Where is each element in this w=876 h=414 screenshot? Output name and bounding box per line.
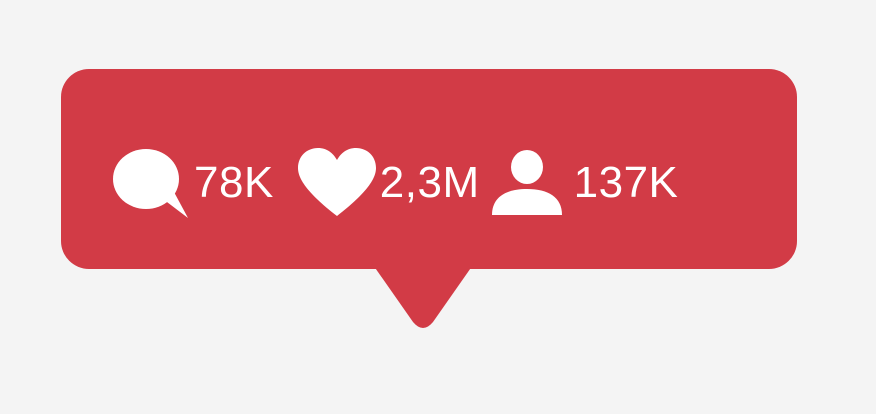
follower-icon: [488, 149, 566, 217]
likes-stat: 2,3M: [274, 146, 480, 220]
heart-icon: [296, 146, 378, 220]
stats-row: 78K 2,3M 137K: [108, 128, 678, 238]
comment-icon: [108, 144, 192, 222]
followers-count: 137K: [573, 158, 679, 207]
followers-stat: 137K: [480, 149, 679, 217]
bubble-tail: [371, 262, 475, 328]
comments-stat: 78K: [108, 144, 274, 222]
comments-count: 78K: [194, 158, 274, 207]
likes-count: 2,3M: [379, 158, 480, 207]
notification-stage: 78K 2,3M 137K: [0, 0, 876, 414]
